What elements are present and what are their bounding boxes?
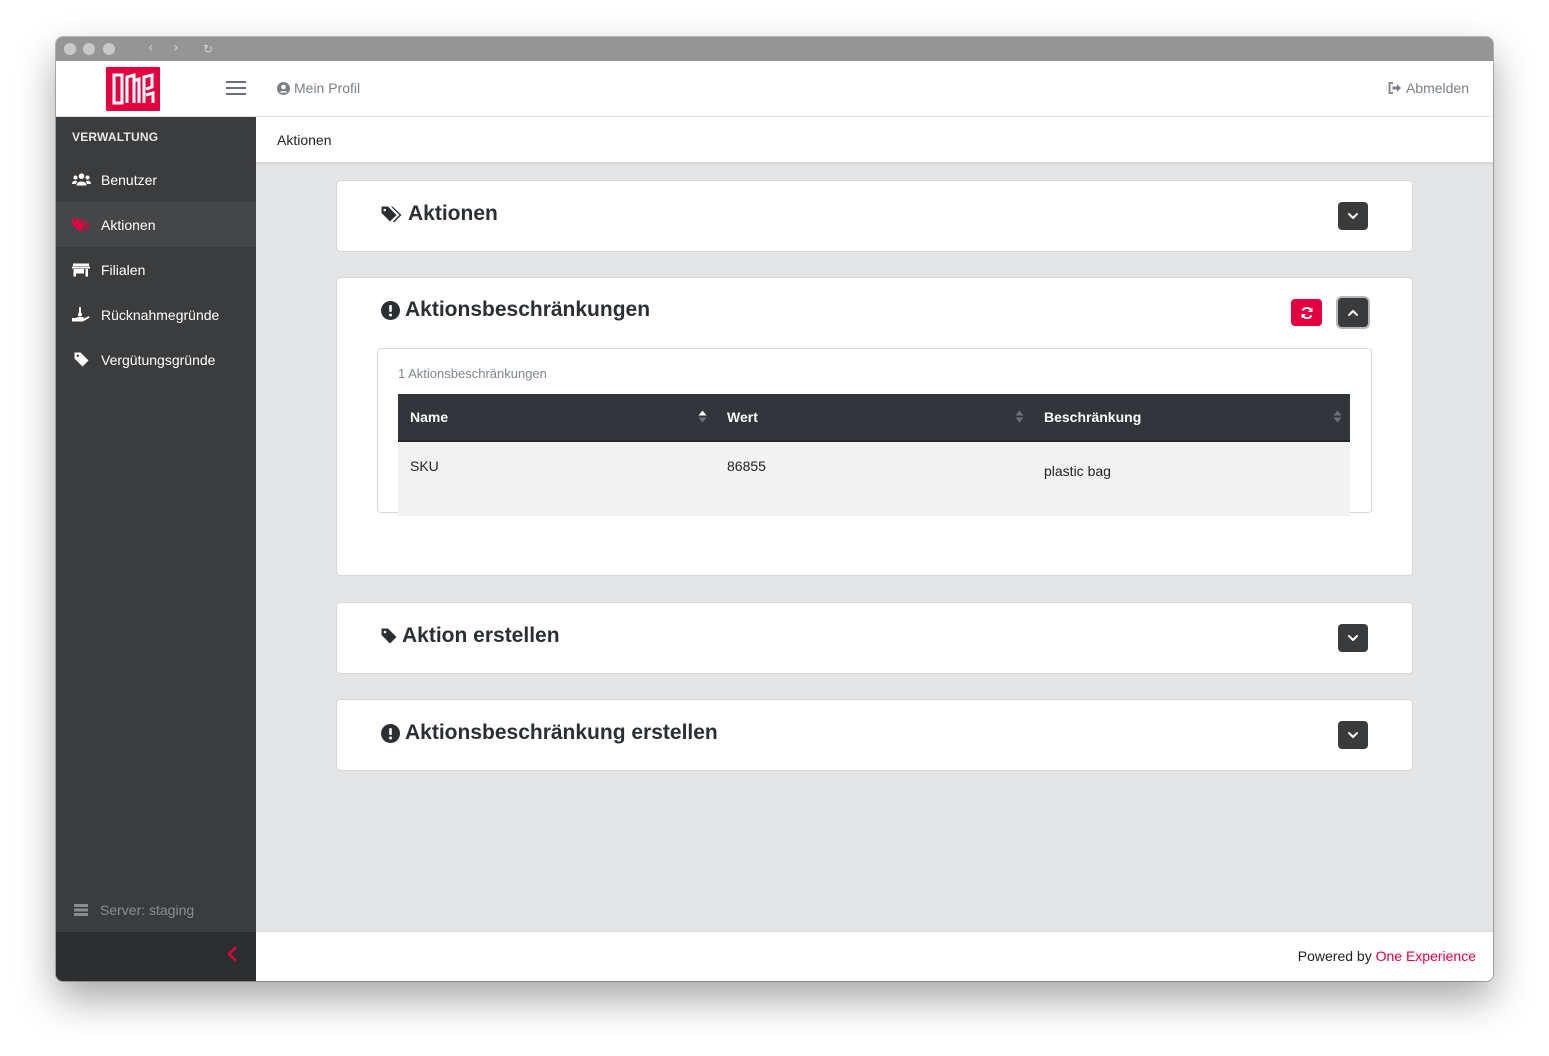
cell-beschraenkung: plastic bag [1032, 441, 1350, 516]
footer-bar: Powered by One Experience [256, 931, 1493, 981]
card-title-aktionsbeschraenkungen: Aktionsbeschränkungen [381, 298, 650, 322]
card-title-aktionsbeschraenkung-erstellen: Aktionsbeschränkung erstellen [381, 721, 718, 745]
refresh-icon [1301, 306, 1312, 319]
chevron-down-icon [1348, 213, 1358, 219]
sort-asc-icon [698, 410, 707, 423]
column-header-label: Name [410, 409, 449, 425]
cell-name: SKU [398, 441, 715, 516]
store-icon [71, 263, 91, 277]
one-logo[interactable] [106, 67, 160, 111]
sidebar-heading: VERWALTUNG [72, 130, 159, 144]
browser-titlebar: ‹ › ↻ [56, 37, 1493, 61]
expand-aktion-erstellen-button[interactable] [1338, 624, 1368, 652]
sidebar: VERWALTUNG Benutzer Aktionen Filialen Rü… [56, 117, 256, 981]
cell-wert: 86855 [715, 441, 1032, 516]
forward-icon[interactable]: › [173, 40, 179, 56]
tag-icon [71, 352, 91, 367]
column-header-wert[interactable]: Wert [715, 394, 1032, 442]
logout-link-label: Abmelden [1405, 80, 1469, 96]
sidebar-item-benutzer[interactable]: Benutzer [56, 157, 256, 202]
collapse-sidebar-chevron-left-icon[interactable] [226, 946, 238, 967]
browser-window: ‹ › ↻ Mein Profil Abmelden VERWALTUNG Be… [56, 37, 1493, 981]
server-icon [74, 904, 88, 916]
sidebar-item-label: Benutzer [101, 171, 158, 188]
sidebar-item-label: Filialen [101, 261, 146, 278]
card-title-text: Aktion erstellen [402, 624, 560, 647]
sidebar-item-verguetungsgruende[interactable]: Vergütungsgründe [56, 337, 256, 382]
restrictions-table: Name Wert Beschränkung SKU 86855 plastic… [398, 394, 1350, 516]
server-status: Server: staging [74, 902, 194, 918]
expand-aktionen-button[interactable] [1338, 202, 1368, 230]
result-count: 1 Aktionsbeschränkungen [398, 366, 547, 381]
chevron-up-icon [1348, 309, 1358, 316]
sidebar-item-ruecknahmegruende[interactable]: Rücknahmegründe [56, 292, 256, 337]
expand-aktionsbeschraenkung-erstellen-button[interactable] [1338, 721, 1368, 749]
exclamation-circle-icon [381, 300, 400, 320]
tags-icon [71, 218, 91, 232]
close-window-dot[interactable] [64, 43, 76, 55]
sign-out-icon [1388, 82, 1401, 94]
column-header-beschraenkung[interactable]: Beschränkung [1032, 394, 1350, 442]
sort-icon [1333, 410, 1342, 423]
logout-link[interactable]: Abmelden [1388, 80, 1469, 96]
profile-link-label: Mein Profil [294, 80, 361, 96]
one-experience-link[interactable]: One Experience [1376, 948, 1476, 964]
reload-icon[interactable]: ↻ [203, 42, 213, 56]
back-icon[interactable]: ‹ [148, 40, 154, 56]
sidebar-item-label: Vergütungsgründe [101, 351, 216, 368]
card-aktionsbeschraenkung-erstellen: Aktionsbeschränkung erstellen [336, 699, 1413, 771]
breadcrumb: Aktionen [277, 132, 332, 148]
card-title-text: Aktionsbeschränkungen [405, 298, 651, 321]
card-aktionsbeschraenkungen: Aktionsbeschränkungen 1 Aktionsbeschränk… [336, 277, 1413, 576]
card-aktionen: Aktionen [336, 180, 1413, 252]
tag-icon [381, 628, 397, 644]
exclamation-circle-icon [381, 723, 400, 743]
users-icon [71, 173, 91, 186]
sort-icon [1015, 410, 1024, 423]
user-circle-icon [277, 81, 290, 95]
server-status-label: Server: staging [100, 902, 195, 918]
top-navbar: Mein Profil Abmelden [56, 61, 1493, 117]
powered-by: Powered by One Experience [1298, 948, 1476, 964]
column-header-label: Beschränkung [1044, 409, 1142, 425]
restrictions-table-panel: 1 Aktionsbeschränkungen Name Wert Beschr… [377, 348, 1372, 516]
chevron-down-icon [1348, 635, 1358, 641]
chevron-down-icon [1348, 732, 1358, 738]
sidebar-item-aktionen[interactable]: Aktionen [56, 202, 256, 247]
sidebar-item-filialen[interactable]: Filialen [56, 247, 256, 292]
card-title-aktion-erstellen: Aktion erstellen [381, 624, 560, 648]
tags-icon [381, 206, 402, 222]
table-header-row: Name Wert Beschränkung [398, 394, 1350, 442]
card-aktion-erstellen: Aktion erstellen [336, 602, 1413, 674]
menu-toggle-icon[interactable] [226, 81, 246, 96]
maximize-window-dot[interactable] [103, 43, 115, 55]
table-row[interactable]: SKU 86855 plastic bag [398, 441, 1350, 516]
sidebar-item-label: Rücknahmegründe [101, 306, 220, 323]
profile-link[interactable]: Mein Profil [277, 80, 360, 96]
minimize-window-dot[interactable] [83, 43, 95, 55]
card-title-aktionen: Aktionen [381, 202, 498, 226]
column-header-name[interactable]: Name [398, 394, 715, 442]
sidebar-footer [56, 932, 256, 981]
refresh-button[interactable] [1291, 299, 1322, 326]
card-title-text: Aktionen [408, 202, 498, 225]
card-title-text: Aktionsbeschränkung erstellen [405, 721, 718, 744]
powered-by-prefix: Powered by [1297, 948, 1372, 964]
collapse-aktionsbeschraenkungen-button[interactable] [1338, 298, 1368, 327]
column-header-label: Wert [727, 409, 758, 425]
sidebar-item-label: Aktionen [101, 216, 156, 233]
hand-holding-icon [71, 307, 91, 322]
breadcrumb-bar: Aktionen [256, 117, 1493, 162]
